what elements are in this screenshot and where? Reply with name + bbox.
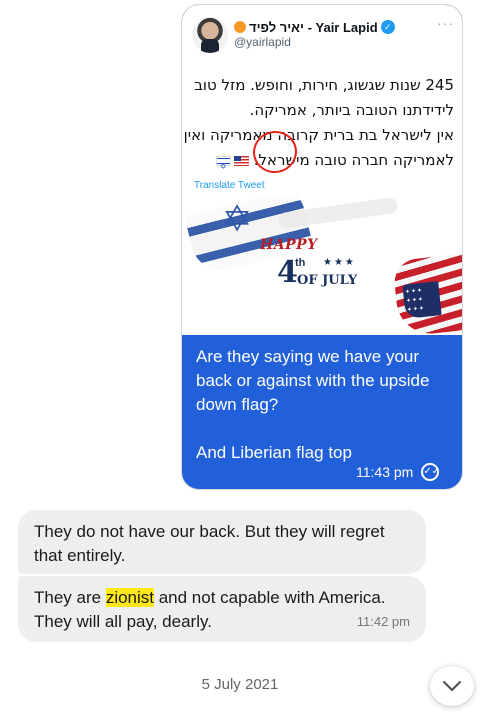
outgoing-message-paragraph: And Liberian flag top xyxy=(196,443,352,462)
tweet-text-line: אין לישראל בת ברית קרובה מאמריקה ואין xyxy=(183,126,454,144)
tweet-text: 245 שנות שגשוג, חירות, וחופש. מזל טוב לי… xyxy=(183,73,454,179)
th-text: th xyxy=(295,257,306,269)
tweet-image[interactable]: ✡ HAPPY 4 th ★★★ OF JULY xyxy=(182,197,462,335)
incoming-message-text: They are zionist and not capable with Am… xyxy=(34,588,386,631)
incoming-message-text: They do not have our back. But they will… xyxy=(34,522,385,565)
stars-text: ★★★ xyxy=(323,257,356,268)
translate-tweet-link[interactable]: Translate Tweet xyxy=(194,180,265,191)
outgoing-message-paragraph: Are they saying we have your back or aga… xyxy=(196,347,430,414)
shared-tweet-card[interactable]: יאיר לפיד - Yair Lapid ✓ @yairlapid ··· … xyxy=(182,5,462,335)
flag-emojis xyxy=(215,154,249,179)
happy-text: HAPPY xyxy=(260,237,318,253)
verified-badge-icon: ✓ xyxy=(380,20,395,34)
incoming-message-bubble[interactable]: They do not have our back. But they will… xyxy=(18,510,426,574)
incoming-message-bubble[interactable]: They are zionist and not capable with Am… xyxy=(18,576,426,642)
highlighted-word: zionist xyxy=(105,588,154,607)
tweet-text-line: לאמריקה חברה טובה מישראל. xyxy=(192,148,454,179)
author-name[interactable]: יאיר לפיד - Yair Lapid xyxy=(249,20,378,35)
star-of-david-icon: ✡ xyxy=(222,198,253,239)
incoming-text-before: They are xyxy=(34,588,106,607)
scroll-to-bottom-button[interactable] xyxy=(430,666,474,706)
double-check-icon: ✓✓ xyxy=(421,463,440,481)
us-flag-canton-graphic xyxy=(402,281,442,319)
outgoing-message-time: 11:43 pm xyxy=(356,464,414,480)
outgoing-message-bubble[interactable]: יאיר לפיד - Yair Lapid ✓ @yairlapid ··· … xyxy=(181,4,463,490)
outgoing-message-meta: 11:43 pm ✓✓ xyxy=(356,463,440,481)
date-separator: 5 July 2021 xyxy=(201,676,279,693)
orange-circle-icon xyxy=(234,21,246,33)
tweet-text-line: 245 שנות שגשוג, חירות, וחופש. מזל טוב xyxy=(194,76,454,94)
tweet-text-line: לידידתנו הטובה ביותר, אמריקה. xyxy=(249,101,454,119)
author-handle: @yairlapid xyxy=(234,35,291,49)
more-options-icon[interactable]: ··· xyxy=(437,15,454,31)
tweet-header: יאיר לפיד - Yair Lapid ✓ @yairlapid ··· xyxy=(192,15,454,57)
incoming-message-time: 11:42 pm xyxy=(356,614,410,629)
of-july-text: OF JULY xyxy=(297,273,358,288)
author-avatar[interactable] xyxy=(192,17,228,53)
us-flag-icon xyxy=(233,155,249,166)
israel-flag-icon xyxy=(215,154,231,179)
author-line: יאיר לפיד - Yair Lapid ✓ xyxy=(234,17,395,37)
chevron-down-icon xyxy=(442,680,462,692)
